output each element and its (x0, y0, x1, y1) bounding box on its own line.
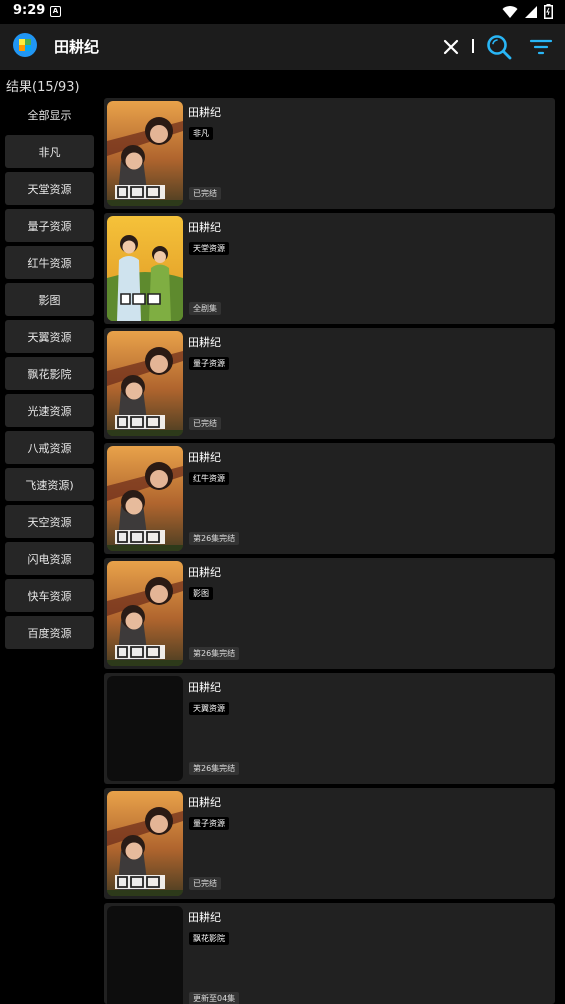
result-title: 田耕纪 (188, 106, 221, 119)
result-title: 田耕纪 (188, 336, 221, 349)
sidebar-item-hongniu[interactable]: 红牛资源 (5, 246, 94, 279)
sidebar-item-kuaiche[interactable]: 快车资源 (5, 579, 94, 612)
poster-placeholder (107, 906, 183, 1004)
source-badge: 天翼资源 (189, 702, 229, 715)
status-badge: 已完结 (189, 877, 221, 890)
poster-image (107, 561, 183, 666)
result-title: 田耕纪 (188, 681, 221, 694)
result-card[interactable]: 田耕纪 红牛资源 第26集完结 (104, 443, 555, 554)
status-badge: 第26集完结 (189, 762, 240, 775)
status-badge: 全剧集 (189, 302, 221, 315)
source-badge: 飘花影院 (189, 932, 229, 945)
source-badge: 影图 (189, 587, 213, 600)
result-card[interactable]: 田耕纪 量子资源 已完结 (104, 788, 555, 899)
search-icon[interactable] (485, 33, 513, 61)
result-card[interactable]: 田耕纪 非凡 已完结 (104, 98, 555, 209)
wifi-icon (502, 5, 518, 18)
source-badge: 非凡 (189, 127, 213, 140)
sidebar-item-liangzi[interactable]: 量子资源 (5, 209, 94, 242)
result-title: 田耕纪 (188, 796, 221, 809)
result-title: 田耕纪 (188, 221, 221, 234)
result-title: 田耕纪 (188, 566, 221, 579)
sidebar-item-all[interactable]: 全部显示 (5, 98, 94, 131)
status-badge: 已完结 (189, 187, 221, 200)
sidebar-item-piaohua[interactable]: 飘花影院 (5, 357, 94, 390)
poster-image (107, 446, 183, 551)
close-icon[interactable] (440, 36, 462, 58)
status-badge: 第26集完结 (189, 532, 240, 545)
notification-icon: A (50, 6, 61, 17)
result-card[interactable]: 田耕纪 影图 第26集完结 (104, 558, 555, 669)
sidebar-item-bajie[interactable]: 八戒资源 (5, 431, 94, 464)
app-bar: 田耕纪 (0, 24, 565, 70)
poster-image (107, 791, 183, 896)
source-badge: 量子资源 (189, 817, 229, 830)
source-badge: 天堂资源 (189, 242, 229, 255)
status-badge: 第26集完结 (189, 647, 240, 660)
signal-icon (525, 5, 537, 18)
status-badge: 已完结 (189, 417, 221, 430)
app-logo-icon (13, 33, 37, 57)
poster-image (107, 216, 183, 321)
result-title: 田耕纪 (188, 911, 221, 924)
sidebar-item-feisu[interactable]: 飞速资源) (5, 468, 94, 501)
filter-icon[interactable] (529, 35, 553, 59)
result-card[interactable]: 田耕纪 量子资源 已完结 (104, 328, 555, 439)
status-bar: 9:29 A (0, 0, 565, 24)
sidebar-item-tiankong[interactable]: 天空资源 (5, 505, 94, 538)
result-count: 结果(15/93) (6, 80, 80, 95)
sidebar-item-yingtu[interactable]: 影图 (5, 283, 94, 316)
result-title: 田耕纪 (188, 451, 221, 464)
poster-placeholder (107, 676, 183, 781)
toolbar-divider (472, 39, 474, 53)
result-card[interactable]: 田耕纪 飘花影院 更新至04集 (104, 903, 555, 1004)
result-card[interactable]: 田耕纪 天翼资源 第26集完结 (104, 673, 555, 784)
status-time: 9:29 (13, 3, 46, 18)
sidebar-item-baidu[interactable]: 百度资源 (5, 616, 94, 649)
source-sidebar: 全部显示 非凡 天堂资源 量子资源 红牛资源 影图 天翼资源 飘花影院 光速资源… (0, 96, 100, 1004)
sidebar-item-shandian[interactable]: 闪电资源 (5, 542, 94, 575)
poster-image (107, 331, 183, 436)
battery-icon (544, 4, 553, 19)
sidebar-item-tiantang[interactable]: 天堂资源 (5, 172, 94, 205)
sidebar-item-guangsu[interactable]: 光速资源 (5, 394, 94, 427)
search-query-text[interactable]: 田耕纪 (54, 36, 99, 57)
poster-image (107, 101, 183, 206)
result-card[interactable]: 田耕纪 天堂资源 全剧集 (104, 213, 555, 324)
sidebar-item-feifan[interactable]: 非凡 (5, 135, 94, 168)
system-icons (502, 4, 553, 19)
status-badge: 更新至04集 (189, 992, 240, 1004)
source-badge: 红牛资源 (189, 472, 229, 485)
sidebar-item-tianyi[interactable]: 天翼资源 (5, 320, 94, 353)
source-badge: 量子资源 (189, 357, 229, 370)
